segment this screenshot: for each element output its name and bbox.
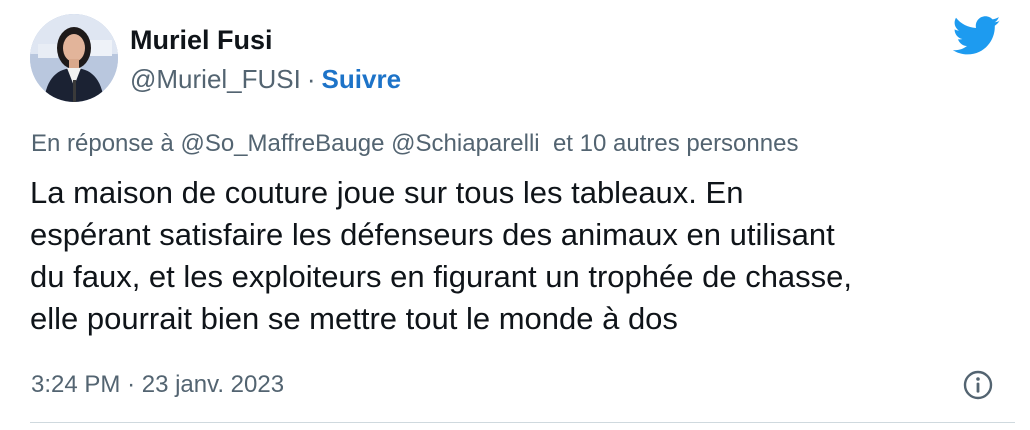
author-name[interactable]: Muriel Fusi bbox=[130, 25, 273, 56]
reply-mention-link[interactable]: @So_MaffreBauge bbox=[180, 130, 384, 157]
info-icon[interactable] bbox=[962, 369, 994, 401]
timestamp-date[interactable]: 23 janv. 2023 bbox=[142, 371, 284, 398]
reply-prefix: En réponse à bbox=[31, 130, 174, 157]
tweet-text-line: espérant satisfaire les défenseurs des a… bbox=[30, 217, 835, 252]
reply-context: En réponse à @So_MaffreBauge @Schiaparel… bbox=[31, 130, 798, 158]
tweet-timestamp: 3:24 PM · 23 janv. 2023 bbox=[31, 371, 284, 399]
author-handle[interactable]: @Muriel_FUSI bbox=[130, 64, 301, 94]
timestamp-separator: · bbox=[127, 371, 136, 398]
tweet-text-line: du faux, et les exploiteurs en figurant … bbox=[30, 259, 853, 294]
handle-separator: · bbox=[306, 64, 316, 94]
timestamp-time[interactable]: 3:24 PM bbox=[31, 371, 120, 398]
avatar[interactable] bbox=[30, 14, 118, 102]
follow-button[interactable]: Suivre bbox=[322, 64, 402, 94]
author-handle-line: @Muriel_FUSI · Suivre bbox=[130, 64, 401, 95]
avatar-photo bbox=[30, 14, 118, 102]
tweet-text: La maison de couture joue sur tous les t… bbox=[30, 172, 1010, 340]
reply-mention-link[interactable]: @Schiaparelli bbox=[391, 130, 539, 157]
twitter-bird-icon[interactable] bbox=[953, 16, 1001, 56]
tweet-text-line: elle pourrait bien se mettre tout le mon… bbox=[30, 301, 678, 336]
tweet-text-line: La maison de couture joue sur tous les t… bbox=[30, 175, 744, 210]
tweet-card: Muriel Fusi @Muriel_FUSI · Suivre En répon… bbox=[0, 0, 1030, 430]
reply-others-link[interactable]: et 10 autres personnes bbox=[553, 130, 799, 157]
divider bbox=[30, 422, 1015, 423]
